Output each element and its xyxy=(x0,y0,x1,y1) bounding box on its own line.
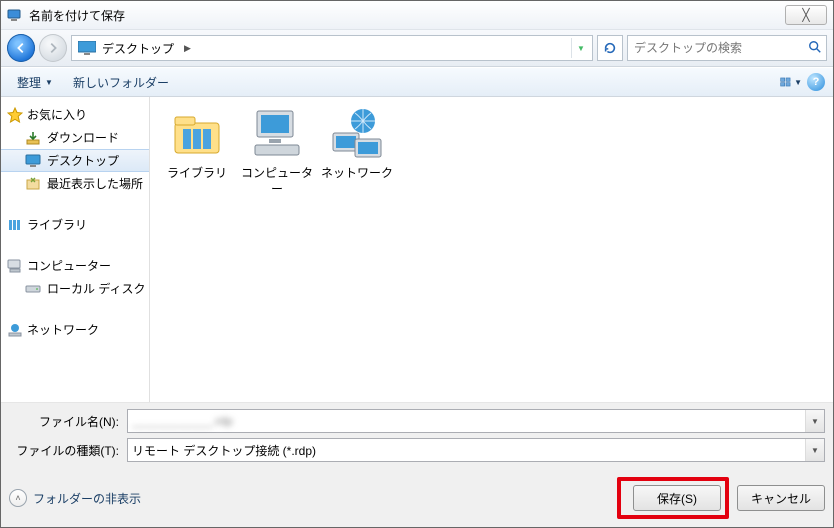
chevron-down-icon[interactable]: ▼ xyxy=(805,410,824,432)
address-bar[interactable]: デスクトップ ▶ ▼ xyxy=(71,35,593,61)
help-button[interactable]: ? xyxy=(807,73,825,91)
recent-icon xyxy=(25,176,41,192)
folders-toggle[interactable]: ˄ フォルダーの非表示 xyxy=(9,489,141,507)
titlebar: 名前を付けて保存 ╳ xyxy=(1,1,833,30)
chevron-up-icon: ˄ xyxy=(9,489,27,507)
back-button[interactable] xyxy=(7,34,35,62)
filetype-select[interactable]: リモート デスクトップ接続 (*.rdp) ▼ xyxy=(127,438,825,462)
organize-button[interactable]: 整理 ▼ xyxy=(9,71,61,94)
desktop-icon xyxy=(25,153,41,169)
sidebar-item-desktop[interactable]: デスクトップ xyxy=(1,149,149,172)
search-box[interactable] xyxy=(627,35,827,61)
toolbar: 整理 ▼ 新しいフォルダー ▼ ? xyxy=(1,67,833,97)
chevron-down-icon: ▼ xyxy=(45,78,53,87)
save-highlight: 保存(S) xyxy=(617,477,729,519)
search-icon xyxy=(808,40,822,57)
item-libraries[interactable]: ライブラリ xyxy=(158,105,236,181)
forward-button[interactable] xyxy=(39,34,67,62)
address-dropdown[interactable]: ▼ xyxy=(571,38,590,58)
sidebar-item-downloads[interactable]: ダウンロード xyxy=(1,126,149,149)
libraries-large-icon xyxy=(169,109,225,157)
nav-bar: デスクトップ ▶ ▼ xyxy=(1,30,833,67)
sidebar-favorites[interactable]: お気に入り xyxy=(1,103,149,126)
item-computer[interactable]: コンピューター xyxy=(238,105,316,197)
bottom-panel: ファイル名(N): ____________.rdp ▼ ファイルの種類(T):… xyxy=(1,402,833,527)
filetype-value: リモート デスクトップ接続 (*.rdp) xyxy=(132,442,316,459)
sidebar-computer[interactable]: コンピューター xyxy=(1,254,149,277)
filetype-label: ファイルの種類(T): xyxy=(9,442,127,459)
star-icon xyxy=(7,107,23,123)
sidebar-libraries[interactable]: ライブラリ xyxy=(1,213,149,236)
file-pane[interactable]: ライブラリ コンピューター xyxy=(150,97,833,402)
view-options-button[interactable]: ▼ xyxy=(779,71,803,93)
cancel-button[interactable]: キャンセル xyxy=(737,485,825,511)
sidebar-item-localdisk[interactable]: ローカル ディスク xyxy=(1,277,149,300)
network-large-icon xyxy=(329,105,385,161)
window-title: 名前を付けて保存 xyxy=(29,7,785,24)
sidebar-item-recent[interactable]: 最近表示した場所 xyxy=(1,172,149,195)
computer-icon xyxy=(7,258,23,274)
download-icon xyxy=(25,130,41,146)
filename-value: ____________.rdp xyxy=(132,414,233,428)
save-dialog: 名前を付けて保存 ╳ デスクトップ ▶ ▼ xyxy=(0,0,834,528)
drive-icon xyxy=(25,281,41,297)
close-button[interactable]: ╳ xyxy=(785,5,827,25)
search-input[interactable] xyxy=(632,40,808,56)
new-folder-button[interactable]: 新しいフォルダー xyxy=(65,71,177,94)
chevron-down-icon[interactable]: ▼ xyxy=(805,439,824,461)
save-button[interactable]: 保存(S) xyxy=(633,485,721,511)
item-network[interactable]: ネットワーク xyxy=(318,105,396,181)
network-icon xyxy=(7,322,23,338)
app-icon xyxy=(7,7,23,23)
filename-label: ファイル名(N): xyxy=(9,413,127,430)
chevron-down-icon: ▼ xyxy=(794,78,802,87)
sidebar-network[interactable]: ネットワーク xyxy=(1,318,149,341)
address-location: デスクトップ xyxy=(102,40,174,57)
sidebar: お気に入り ダウンロード デスクトップ xyxy=(1,97,150,402)
refresh-button[interactable] xyxy=(597,35,623,61)
computer-large-icon xyxy=(249,105,305,161)
breadcrumb-arrow-icon[interactable]: ▶ xyxy=(184,43,191,54)
filename-input[interactable]: ____________.rdp ▼ xyxy=(127,409,825,433)
desktop-icon xyxy=(78,41,96,55)
libraries-icon xyxy=(7,217,23,233)
